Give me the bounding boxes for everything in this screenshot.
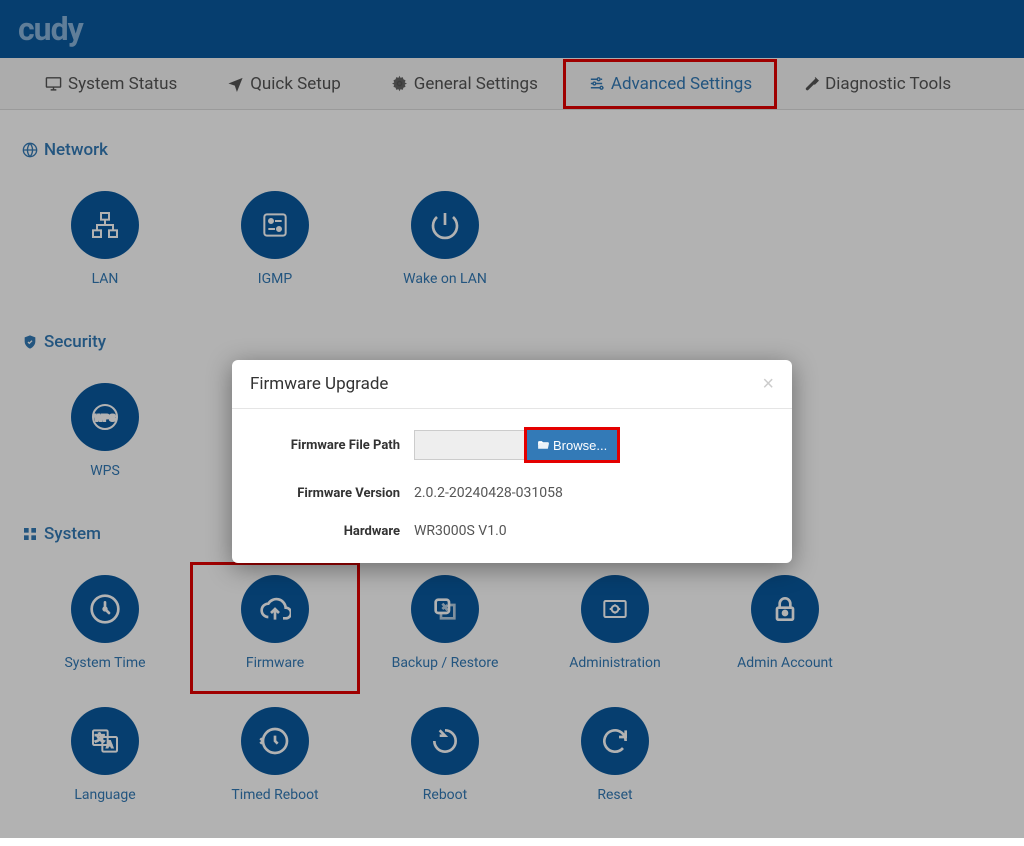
browse-label: Browse... xyxy=(553,438,607,453)
label-firmware-version: Firmware Version xyxy=(254,486,414,501)
modal-header: Firmware Upgrade × xyxy=(232,360,792,409)
browse-button[interactable]: Browse... xyxy=(527,430,617,460)
close-icon[interactable]: × xyxy=(762,374,774,394)
browse-highlight: Browse... xyxy=(524,427,620,463)
folder-open-icon xyxy=(537,439,550,452)
file-path-input[interactable] xyxy=(414,430,524,460)
value-hardware: WR3000S V1.0 xyxy=(414,523,507,539)
row-firmware-version: Firmware Version 2.0.2-20240428-031058 xyxy=(254,485,770,501)
value-firmware-version: 2.0.2-20240428-031058 xyxy=(414,485,563,501)
modal-body: Firmware File Path Browse... Firmware Ve… xyxy=(232,409,792,563)
label-file-path: Firmware File Path xyxy=(254,438,414,453)
row-file-path: Firmware File Path Browse... xyxy=(254,427,770,463)
modal-title: Firmware Upgrade xyxy=(250,374,388,394)
modal-overlay[interactable]: Firmware Upgrade × Firmware File Path Br… xyxy=(0,0,1024,838)
file-group: Browse... xyxy=(414,427,620,463)
firmware-upgrade-modal: Firmware Upgrade × Firmware File Path Br… xyxy=(232,360,792,563)
row-hardware: Hardware WR3000S V1.0 xyxy=(254,523,770,539)
label-hardware: Hardware xyxy=(254,524,414,539)
